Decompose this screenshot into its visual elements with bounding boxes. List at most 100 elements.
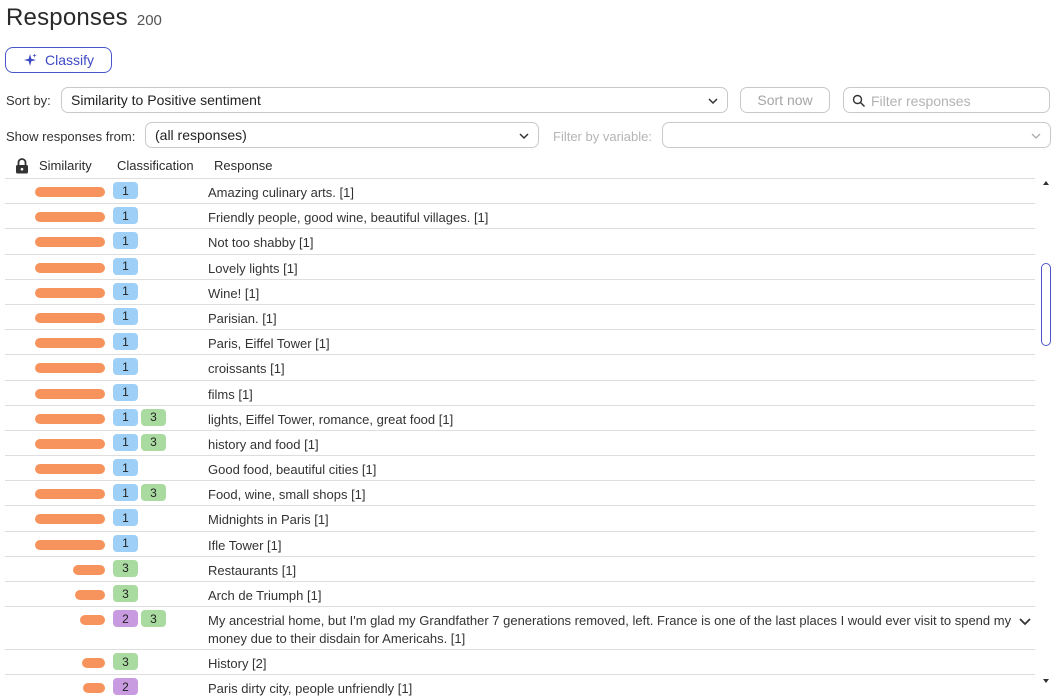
table-row[interactable]: 3 Arch de Triumph [1] [5, 581, 1035, 606]
classification-badge: 1 [113, 182, 138, 199]
show-responses-from-value: (all responses) [155, 127, 247, 143]
similarity-bar [35, 338, 105, 349]
classification-badge: 1 [113, 282, 138, 300]
page-header: Responses 200 [6, 4, 162, 32]
scroll-down-arrow-icon[interactable] [1042, 678, 1050, 684]
similarity-bar [73, 564, 105, 575]
table-row[interactable]: 1 films [1] [5, 379, 1035, 405]
classification-badges: 1 [113, 383, 141, 401]
table-row[interactable]: 1 3 lights, Eiffel Tower, romance, great f… [5, 404, 1035, 430]
response-text: My ancestrial home, but I'm glad my Gran… [208, 613, 1012, 647]
filter-responses-input[interactable] [871, 91, 1046, 110]
classification-badges: 1 [113, 232, 141, 250]
classification-badges: 3 [113, 559, 141, 577]
classification-badges: 1 [113, 459, 141, 477]
similarity-bar [35, 262, 105, 273]
filter-by-variable-select[interactable] [662, 122, 1051, 148]
classification-badge: 3 [141, 484, 166, 502]
chevron-down-icon [519, 133, 529, 140]
classification-badges: 23 [113, 610, 169, 628]
table-row[interactable]: 1 Good food, beautiful cities [1] [5, 455, 1035, 480]
sparkle-icon [23, 53, 37, 66]
similarity-bar [35, 237, 105, 248]
classification-badges: 3 [113, 653, 141, 671]
response-text: lights, Eiffel Tower, romance, great foo… [208, 411, 454, 427]
table-row[interactable]: 1 Not too shabby [1] [5, 228, 1035, 253]
classification-badges: 13 [113, 408, 169, 426]
classify-button[interactable]: Classify [5, 47, 112, 73]
lock-icon[interactable] [15, 158, 29, 174]
table-row[interactable]: 1 Lovely lights [1] [5, 253, 1035, 279]
response-text: Paris, Eiffel Tower [1] [208, 336, 330, 352]
similarity-bar [35, 187, 105, 197]
classification-badge: 3 [113, 585, 138, 602]
expand-chevron-icon[interactable] [1018, 617, 1032, 627]
response-text: History [2] [208, 656, 267, 672]
scroll-up-arrow-icon[interactable] [1042, 180, 1050, 186]
classification-column-header[interactable]: Classification [117, 158, 194, 173]
sort-by-label: Sort by: [6, 93, 51, 108]
similarity-bar [75, 590, 105, 600]
table-row[interactable]: 1 3 Food, wine, small shops [1] [5, 480, 1035, 505]
classification-badge: 1 [113, 383, 138, 401]
response-text: Midnights in Paris [1] [208, 512, 329, 528]
sort-now-button[interactable]: Sort now [740, 87, 830, 113]
classification-badges: 1 [113, 509, 141, 527]
table-row[interactable]: 1 3 history and food [1] [5, 429, 1035, 455]
response-text: Restaurants [1] [208, 562, 297, 578]
similarity-bar [35, 438, 105, 449]
classification-badges: 1 [113, 182, 141, 199]
filter-responses-field[interactable] [843, 87, 1050, 113]
show-responses-from-label: Show responses from: [6, 129, 136, 144]
table-row[interactable]: 1 Amazing culinary arts. [1] [5, 178, 1035, 203]
classification-badge: 1 [113, 408, 138, 426]
table-row[interactable]: 1 Ifle Tower [1] [5, 530, 1035, 556]
similarity-bar [80, 615, 105, 626]
classification-badge: 1 [113, 257, 138, 275]
classification-badge: 3 [141, 610, 166, 628]
response-text: Good food, beautiful cities [1] [208, 462, 377, 478]
show-responses-from-select[interactable]: (all responses) [145, 122, 539, 148]
classification-badge: 1 [113, 534, 138, 552]
scrollbar-thumb[interactable] [1041, 263, 1051, 346]
table-row[interactable]: 2 Paris dirty city, people unfriendly [1] [5, 674, 1035, 698]
classification-badges: 13 [113, 484, 169, 502]
response-text: Ifle Tower [1] [208, 537, 282, 553]
classification-badge: 2 [113, 678, 138, 696]
response-text: Food, wine, small shops [1] [208, 487, 366, 503]
table-row[interactable]: 1 Paris, Eiffel Tower [1] [5, 329, 1035, 354]
classification-badges: 13 [113, 433, 169, 451]
response-column-header[interactable]: Response [214, 158, 273, 173]
table-row[interactable]: 1 Friendly people, good wine, beautiful v… [5, 203, 1035, 228]
response-text: Friendly people, good wine, beautiful vi… [208, 210, 489, 226]
table-row[interactable]: 1 Parisian. [1] [5, 303, 1035, 329]
classification-badge: 3 [141, 433, 166, 451]
classification-badges: 1 [113, 307, 141, 325]
table-row[interactable]: 2 3 My ancestrial home, but I'm glad my Gr… [5, 606, 1035, 649]
responses-table: 1 Amazing culinary arts. [1] 1 Friendly peo… [5, 178, 1035, 698]
table-row[interactable]: 3 History [2] [5, 649, 1035, 674]
similarity-bar [35, 212, 105, 223]
response-text: films [1] [208, 386, 253, 402]
similarity-bar [35, 287, 105, 298]
table-row[interactable]: 3 Restaurants [1] [5, 555, 1035, 581]
table-row[interactable]: 1 Midnights in Paris [1] [5, 505, 1035, 530]
sort-by-value: Similarity to Positive sentiment [71, 92, 261, 108]
table-row[interactable]: 1 croissants [1] [5, 354, 1035, 379]
classification-badge: 1 [113, 232, 138, 250]
page-title: Responses [6, 4, 128, 31]
response-text: Arch de Triumph [1] [208, 588, 322, 603]
similarity-bar [35, 489, 105, 500]
similarity-bar [35, 539, 105, 550]
classification-badges: 1 [113, 257, 141, 275]
classification-badge: 1 [113, 484, 138, 502]
similarity-column-header[interactable]: Similarity [39, 158, 92, 173]
table-row[interactable]: 1 Wine! [1] [5, 278, 1035, 304]
search-icon [852, 94, 866, 108]
response-text: Lovely lights [1] [208, 260, 298, 276]
sort-by-select[interactable]: Similarity to Positive sentiment [61, 87, 728, 113]
response-count: 200 [136, 12, 162, 29]
response-text: Not too shabby [1] [208, 235, 314, 251]
classification-badge: 1 [113, 307, 138, 325]
response-text: Parisian. [1] [208, 310, 277, 326]
